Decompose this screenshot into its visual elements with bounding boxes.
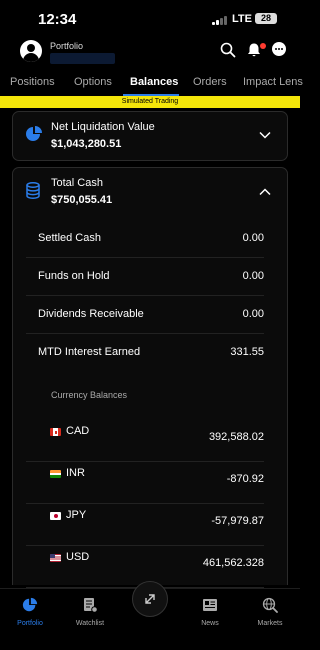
currency-row-cad: CAD 392,588.02 [26,420,264,462]
tab-impact-lens[interactable]: Impact Lens [243,76,303,88]
globe-search-icon [262,597,278,613]
tab-balances[interactable]: Balances [130,76,178,88]
currency-row-jpy: JPY -57,979.87 [26,504,264,546]
nav-label: Markets [257,620,283,627]
cellular-signal-icon [212,15,228,25]
simulated-trading-banner: Simulated Trading [0,96,300,108]
tab-bar: Positions Options Balances Orders Impact… [0,72,303,96]
total-cash-title: Total Cash [51,177,103,189]
currency-amount: -870.92 [226,473,264,485]
currency-amount: 461,562.328 [202,557,264,569]
search-icon[interactable] [220,42,236,58]
balance-value: 0.00 [242,270,264,282]
tab-orders[interactable]: Orders [193,76,227,88]
battery-icon: 28 [255,13,277,24]
net-liquidation-title: Net Liquidation Value [51,121,155,133]
expand-arrows-icon [145,594,155,604]
flag-japan-icon [50,512,61,520]
currency-balances-heading: Currency Balances [51,390,128,400]
chevron-down-icon[interactable] [259,131,271,139]
currency-row-inr: INR -870.92 [26,462,264,504]
tab-options[interactable]: Options [74,76,112,88]
status-time: 12:34 [38,11,77,28]
currency-code: JPY [66,509,87,521]
tab-positions[interactable]: Positions [10,76,55,88]
pie-chart-icon [22,597,38,612]
nav-news[interactable]: News [180,597,240,627]
watchlist-icon [84,598,98,613]
nav-portfolio[interactable]: Portfolio [0,597,60,627]
balance-value: 0.00 [242,308,264,320]
newspaper-icon [203,599,217,611]
nav-watchlist[interactable]: Watchlist [60,597,120,627]
flag-india-icon [50,470,61,478]
notification-dot [260,43,266,49]
network-type: LTE [232,13,252,25]
balance-row-dividends: Dividends Receivable 0.00 [26,296,264,334]
chevron-up-icon[interactable] [259,188,271,196]
balance-row-mtd-interest: MTD Interest Earned 331.55 [26,334,264,372]
currency-amount: -57,979.87 [211,515,264,527]
bottom-navigation: Portfolio Watchlist News Markets [0,581,300,650]
status-bar: 12:34 LTE 28 [0,0,300,36]
flag-usa-icon [50,554,61,562]
balance-row-funds-on-hold: Funds on Hold 0.00 [26,258,264,296]
net-liquidation-value: $1,043,280.51 [51,138,122,150]
battery-level: 28 [260,13,271,23]
net-liquidation-card[interactable]: Net Liquidation Value $1,043,280.51 [12,111,288,161]
total-cash-value: $750,055.41 [51,194,113,206]
currency-code: INR [66,467,85,479]
balance-label: Dividends Receivable [38,308,144,320]
app-header: Portfolio [0,38,300,70]
more-options-icon[interactable] [272,42,286,56]
balance-value: 331.55 [230,346,264,358]
nav-label: Portfolio [17,620,43,627]
pie-chart-icon [26,126,42,141]
avatar[interactable] [20,40,42,62]
account-number-redacted[interactable] [50,53,115,64]
balance-label: Funds on Hold [38,270,110,282]
currency-code: USD [66,551,90,563]
expand-button[interactable] [132,581,168,617]
coins-stack-icon [26,182,40,199]
page-title: Portfolio [50,41,84,51]
nav-label: News [201,620,219,627]
nav-markets[interactable]: Markets [240,597,300,627]
balance-label: MTD Interest Earned [38,346,141,358]
balance-value: 0.00 [242,232,264,244]
currency-code: CAD [66,425,90,437]
balance-row-settled-cash: Settled Cash 0.00 [26,220,264,258]
balance-label: Settled Cash [38,232,101,244]
nav-label: Watchlist [75,620,105,627]
flag-canada-icon [50,428,61,436]
currency-amount: 392,588.02 [208,431,264,443]
